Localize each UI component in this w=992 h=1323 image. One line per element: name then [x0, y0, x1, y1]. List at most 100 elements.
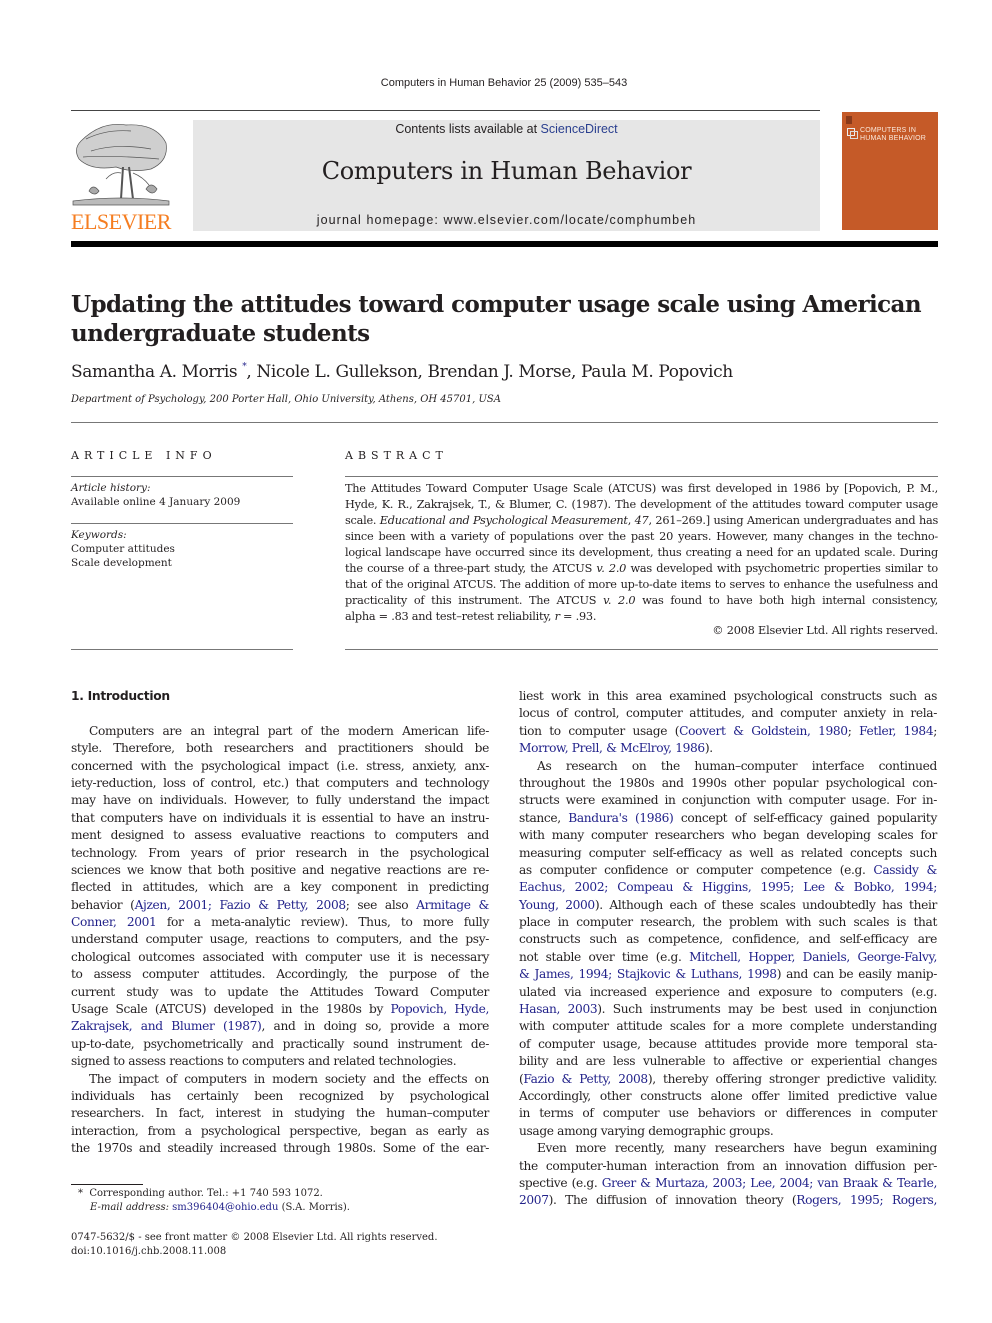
keywords-label: Keywords:	[71, 529, 127, 541]
footnote-mark: *	[78, 1188, 83, 1199]
sciencedirect-link[interactable]: ScienceDirect	[541, 122, 618, 136]
article-info-rule	[71, 476, 293, 477]
text-run: was developed with psychometric properti…	[626, 562, 938, 575]
citation-link[interactable]: Armitage &	[416, 898, 489, 912]
citation-link[interactable]: Morrow, Prell, & McElroy, 1986	[519, 741, 705, 755]
citation-link[interactable]: Bandura's (1986)	[568, 811, 674, 825]
email-label: E-mail address:	[90, 1202, 169, 1213]
affiliation-rule	[71, 422, 938, 423]
footnote-contact: Corresponding author. Tel.: +1 740 593 1…	[89, 1188, 323, 1199]
body-line: Usage Scale (ATCUS) developed in the 198…	[71, 1001, 489, 1018]
citation-link[interactable]: Fetler, 1984	[859, 724, 934, 738]
text-run: ,	[627, 514, 635, 527]
citation-link[interactable]: Cassidy &	[873, 863, 937, 877]
footnote-rule	[71, 1184, 143, 1185]
citation-link[interactable]: Popovich, Hyde,	[391, 1002, 490, 1016]
body-line: bility and are less vulnerable to affect…	[519, 1054, 937, 1069]
cover-title: COMPUTERS IN HUMAN BEHAVIOR	[860, 127, 926, 143]
body-line: & James, 1994; Stajkovic & Luthans, 1998…	[519, 966, 937, 983]
body-line: of computer usage, because attitudes pro…	[519, 1036, 937, 1051]
email-suffix: (S.A. Morris).	[278, 1202, 350, 1213]
abstract-rule	[345, 476, 938, 477]
abstract-line: logical landscape have occurred since it…	[345, 546, 938, 559]
italic-run: v. 2.0	[596, 562, 627, 575]
body-line: iety-reduction, loss of control, etc.) t…	[71, 775, 489, 790]
body-line: not stable over time (e.g. Mitchell, Hop…	[519, 949, 937, 966]
citation-link[interactable]: Greer & Murtaza, 2003; Lee, 2004; van Br…	[602, 1176, 938, 1190]
body-line: with many computer researchers who began…	[519, 828, 937, 843]
abstract-line: scale. Educational and Psychological Mea…	[345, 513, 938, 529]
abstract-line: that of the original ATCUS. The addition…	[345, 578, 938, 591]
masthead-thick-rule	[71, 241, 938, 247]
abstract-line: practicality of this instrument. The ATC…	[345, 593, 938, 609]
italic-run: Educational and Psychological Measuremen…	[379, 514, 628, 527]
article-info-bottom-rule	[71, 649, 293, 650]
body-line: chological outcomes associated with comp…	[71, 949, 489, 964]
text-run: behavior (	[71, 897, 135, 912]
corresponding-author-footnote: * Corresponding author. Tel.: +1 740 593…	[78, 1187, 350, 1215]
citation-link[interactable]: Zakrajsek, and Blumer (1987)	[71, 1019, 262, 1033]
header-rule	[71, 110, 820, 111]
citation-link[interactable]: Mitchell, Hopper, Daniels, George-Falvy,	[689, 950, 937, 964]
body-line: signed to assess reactions to computers …	[71, 1054, 457, 1069]
citation-link[interactable]: Coovert & Goldstein, 1980	[679, 724, 848, 738]
citation-link[interactable]: Hasan, 2003	[519, 1002, 598, 1016]
body-line: The impact of computers in modern societ…	[89, 1071, 489, 1086]
abstract-line: alpha = .83 and test–retest reliability,…	[345, 609, 938, 625]
history-rule	[71, 523, 293, 524]
doi-link[interactable]: doi:10.1016/j.chb.2008.11.008	[71, 1245, 438, 1259]
body-line: concerned with the psychological impact …	[71, 758, 489, 773]
right-column-text: liest work in this area examined psychol…	[519, 688, 937, 1210]
body-line: current study was to update the Attitude…	[71, 984, 489, 999]
citation-link[interactable]: Rogers, 1995; Rogers,	[796, 1193, 937, 1207]
body-line: Conner, 2001 for a meta-analytic review)…	[71, 914, 489, 931]
heading-gap	[71, 705, 489, 722]
cover-publisher-icon	[846, 116, 852, 124]
text-run: not stable over time (e.g.	[519, 949, 690, 964]
text-run: was found to have both high internal con…	[635, 594, 938, 607]
citation-link[interactable]: Conner, 2001	[71, 915, 157, 929]
text-run: ;	[847, 723, 860, 738]
body-line: individuals has certainly been recognize…	[71, 1088, 489, 1103]
body-line: As research on the human–computer interf…	[537, 758, 937, 773]
text-run: the course of a three-part study, the AT…	[345, 562, 597, 575]
citation-link[interactable]: 2007	[519, 1193, 549, 1207]
citation-link[interactable]: & James, 1994; Stajkovic & Luthans, 1998	[519, 967, 777, 981]
body-line: Even more recently, many researchers hav…	[537, 1141, 937, 1156]
citation-link[interactable]: Fazio & Petty, 2008	[523, 1072, 648, 1086]
article-history-value: Available online 4 January 2009	[71, 496, 241, 508]
abstract-line: Hyde, K. R., Zakrajsek, T., & Blumer, C.…	[345, 498, 938, 511]
left-column-text: Computers are an integral part of the mo…	[71, 723, 489, 1158]
body-right-column: liest work in this area examined psychol…	[519, 688, 937, 1210]
article-title: Updating the attitudes toward computer u…	[71, 291, 922, 347]
body-line: interaction, from a psychological perspe…	[71, 1123, 489, 1138]
body-line: locus of control, computer attitudes, an…	[519, 706, 937, 721]
abstract-line: since been with a variety of populations…	[345, 530, 938, 543]
text-run: stance,	[519, 810, 569, 825]
cover-emblem-icon-2	[850, 131, 858, 139]
body-line: the 1970s and steadily increased through…	[71, 1141, 489, 1156]
elsevier-logo[interactable]: ELSEVIER	[69, 121, 173, 234]
citation-link[interactable]: Ajzen, 2001; Fazio & Petty, 2008	[135, 898, 347, 912]
journal-homepage-link[interactable]: journal homepage: www.elsevier.com/locat…	[193, 213, 820, 227]
body-line: the computer-human interaction from an i…	[519, 1158, 937, 1173]
issn-line: 0747-5632/$ - see front matter © 2008 El…	[71, 1232, 438, 1243]
body-line: sciences we know that both positive and …	[71, 862, 489, 877]
keyword-item: Computer attitudes	[71, 543, 175, 555]
citation-link[interactable]: Young, 2000	[519, 898, 595, 912]
email-link[interactable]: sm396404@ohio.edu	[172, 1202, 278, 1213]
footnote-line1: * Corresponding author. Tel.: +1 740 593…	[78, 1187, 350, 1201]
article-history: Article history: Available online 4 Janu…	[71, 481, 293, 509]
italic-run: v. 2.0	[603, 594, 636, 607]
body-line: tion to computer usage (Coovert & Goldst…	[519, 723, 937, 740]
text-run: for a meta-analytic review). Thus, to mo…	[156, 915, 490, 930]
running-head: Computers in Human Behavior 25 (2009) 53…	[380, 77, 628, 89]
journal-cover-thumbnail[interactable]: COMPUTERS IN HUMAN BEHAVIOR	[842, 112, 938, 230]
affiliation: Department of Psychology, 200 Porter Hal…	[71, 394, 501, 405]
body-line: Hasan, 2003). Such instruments may be be…	[519, 1001, 937, 1018]
body-line: to assess computer attitudes. Accordingl…	[71, 967, 489, 982]
citation-link[interactable]: Eachus, 2002; Compeau & Higgins, 1995; L…	[519, 880, 937, 894]
body-line: ment designed to assess evaluative react…	[71, 828, 489, 843]
body-line: (Fazio & Petty, 2008), thereby offering …	[519, 1071, 937, 1088]
body-line: as computer confidence or computer compe…	[519, 862, 937, 879]
